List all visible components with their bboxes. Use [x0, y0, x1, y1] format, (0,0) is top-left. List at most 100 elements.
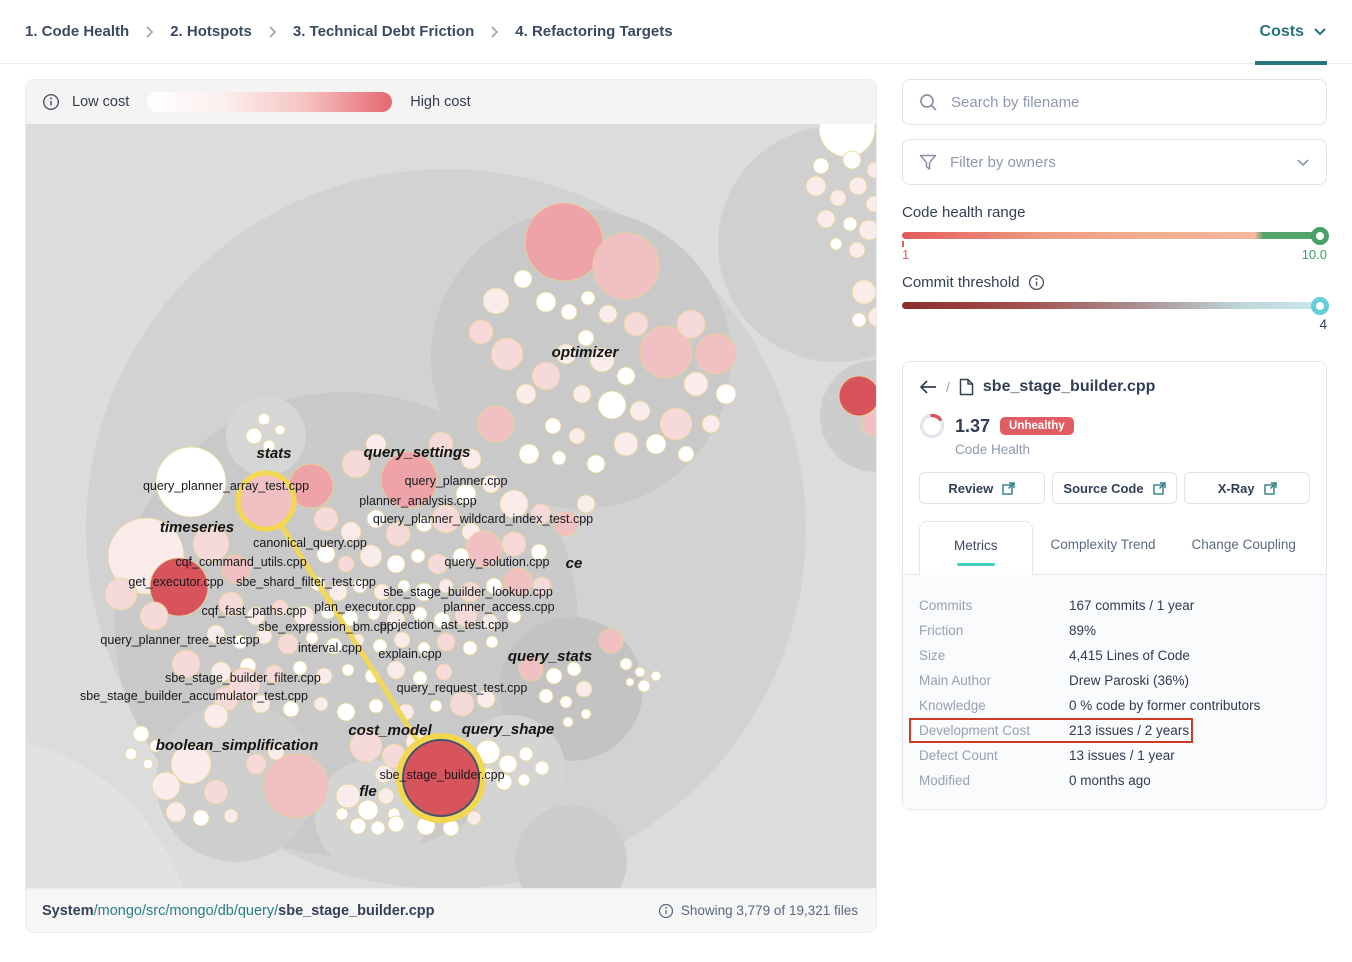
- file-bubble[interactable]: [193, 810, 209, 826]
- file-bubble[interactable]: [577, 495, 595, 513]
- breadcrumb-step-code-health[interactable]: 1. Code Health: [25, 23, 129, 40]
- file-bubble[interactable]: [342, 664, 354, 676]
- file-bubble[interactable]: [696, 334, 736, 374]
- file-bubble[interactable]: [830, 238, 842, 250]
- file-bubble[interactable]: [450, 692, 474, 716]
- file-bubble[interactable]: [830, 190, 846, 206]
- file-bubble[interactable]: [599, 305, 617, 323]
- tab-metrics[interactable]: Metrics: [919, 521, 1033, 575]
- file-bubble[interactable]: [561, 304, 577, 320]
- file-bubble[interactable]: [702, 415, 720, 433]
- search-box[interactable]: [902, 79, 1327, 125]
- file-bubble[interactable]: [204, 704, 228, 728]
- file-bubble[interactable]: [525, 203, 603, 281]
- commit-threshold-slider[interactable]: [902, 302, 1327, 309]
- file-bubble[interactable]: [635, 667, 645, 677]
- file-bubble[interactable]: [716, 384, 736, 404]
- file-bubble[interactable]: [463, 641, 477, 655]
- file-bubble[interactable]: [337, 703, 355, 721]
- file-bubble[interactable]: [338, 556, 354, 572]
- file-bubble[interactable]: [125, 748, 137, 760]
- file-bubble[interactable]: [486, 636, 498, 648]
- file-bubble[interactable]: [817, 210, 835, 228]
- file-bubble[interactable]: [581, 709, 591, 719]
- code-health-max-handle[interactable]: [1311, 227, 1329, 245]
- file-bubble[interactable]: [806, 176, 826, 196]
- file-bubble[interactable]: [336, 808, 348, 820]
- file-bubble[interactable]: [563, 717, 573, 727]
- file-bubble[interactable]: [576, 681, 592, 697]
- file-bubble[interactable]: [813, 158, 829, 174]
- source-code-button[interactable]: Source Code: [1052, 472, 1178, 504]
- file-bubble[interactable]: [852, 313, 866, 327]
- commit-threshold-handle[interactable]: [1311, 297, 1329, 315]
- file-bubble[interactable]: [624, 312, 648, 336]
- file-bubble[interactable]: [278, 634, 298, 654]
- back-arrow-icon[interactable]: [919, 380, 937, 394]
- file-bubble[interactable]: [519, 444, 539, 464]
- breadcrumb-step-technical-debt-friction[interactable]: 3. Technical Debt Friction: [293, 23, 474, 40]
- file-bubble[interactable]: [314, 697, 328, 711]
- file-bubble[interactable]: [388, 816, 404, 832]
- file-bubble[interactable]: [684, 372, 708, 396]
- file-bubble[interactable]: [536, 292, 556, 312]
- file-bubble[interactable]: [246, 754, 266, 774]
- file-bubble[interactable]: [852, 280, 876, 304]
- path-root[interactable]: System: [42, 903, 94, 919]
- file-bubble[interactable]: [646, 434, 666, 454]
- file-bubble[interactable]: [371, 821, 385, 835]
- file-bubble[interactable]: [152, 772, 180, 800]
- file-bubble[interactable]: [411, 549, 425, 563]
- file-bubble[interactable]: [436, 664, 452, 680]
- file-bubble[interactable]: [224, 809, 238, 823]
- file-bubble[interactable]: [598, 391, 626, 419]
- file-bubble[interactable]: [387, 661, 405, 679]
- file-bubble[interactable]: [839, 376, 876, 416]
- file-bubble[interactable]: [859, 220, 876, 240]
- file-bubble[interactable]: [514, 270, 532, 288]
- file-bubble[interactable]: [516, 384, 536, 404]
- file-bubble[interactable]: [626, 678, 634, 686]
- file-bubble[interactable]: [264, 754, 328, 818]
- file-bubble[interactable]: [581, 291, 595, 305]
- file-bubble[interactable]: [478, 406, 514, 442]
- file-bubble[interactable]: [350, 818, 366, 834]
- file-bubble[interactable]: [469, 320, 493, 344]
- owners-filter-dropdown[interactable]: Filter by owners: [902, 139, 1327, 185]
- file-bubble[interactable]: [599, 629, 623, 653]
- file-bubble[interactable]: [677, 310, 705, 338]
- file-bubble[interactable]: [258, 413, 270, 425]
- file-bubble[interactable]: [638, 680, 650, 692]
- file-bubble[interactable]: [532, 362, 560, 390]
- file-bubble[interactable]: [552, 451, 566, 465]
- file-bubble[interactable]: [518, 774, 530, 786]
- file-bubble[interactable]: [140, 602, 168, 630]
- file-bubble[interactable]: [843, 217, 857, 231]
- file-bubble[interactable]: [593, 233, 659, 299]
- file-bubble[interactable]: [502, 532, 526, 556]
- tab-complexity-trend[interactable]: Complexity Trend: [1033, 521, 1174, 574]
- file-bubble[interactable]: [660, 408, 692, 440]
- file-bubble[interactable]: [620, 658, 632, 670]
- file-bubble[interactable]: [283, 701, 299, 717]
- file-bubble[interactable]: [483, 288, 509, 314]
- file-bubble[interactable]: [539, 689, 553, 703]
- file-bubble[interactable]: [678, 446, 694, 462]
- tab-change-coupling[interactable]: Change Coupling: [1174, 521, 1314, 574]
- view-selector-costs[interactable]: Costs: [1260, 23, 1327, 41]
- file-bubble[interactable]: [314, 507, 338, 531]
- file-bubble[interactable]: [560, 696, 572, 708]
- file-bubble[interactable]: [204, 780, 228, 804]
- file-bubble[interactable]: [587, 455, 605, 473]
- file-bubble[interactable]: [336, 784, 360, 808]
- file-bubble[interactable]: [387, 555, 405, 573]
- info-icon[interactable]: [42, 93, 60, 111]
- code-health-range-slider[interactable]: [902, 232, 1327, 239]
- refactoring-targets-bubble-chart[interactable]: optimizerstatsquery_settingstimeseriesce…: [26, 124, 876, 888]
- file-bubble[interactable]: [166, 802, 186, 822]
- file-bubble[interactable]: [133, 726, 149, 742]
- file-bubble[interactable]: [358, 800, 378, 820]
- breadcrumb-step-refactoring-targets[interactable]: 4. Refactoring Targets: [515, 23, 672, 40]
- file-bubble[interactable]: [630, 401, 650, 421]
- file-bubble[interactable]: [849, 242, 865, 258]
